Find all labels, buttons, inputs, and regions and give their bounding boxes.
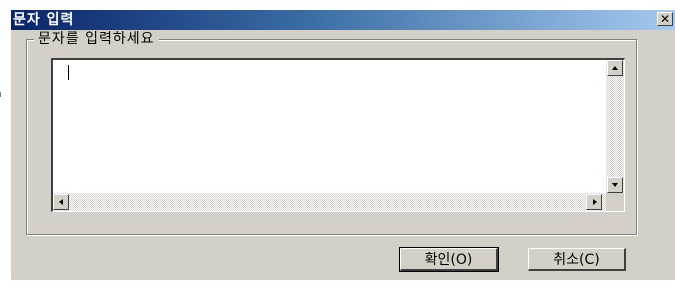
arrow-up-icon xyxy=(612,66,618,70)
dialog-titlebar[interactable]: 문자 입력 ✕ xyxy=(11,10,675,30)
text-input-area[interactable] xyxy=(51,58,625,212)
arrow-left-icon xyxy=(59,199,63,205)
screen: 문자 입력 ✕ 문자를 입력하세요 확인(O) 취소(C) xyxy=(0,0,675,284)
arrow-right-icon xyxy=(593,199,597,205)
cancel-button[interactable]: 취소(C) xyxy=(528,248,626,271)
scroll-up-button[interactable] xyxy=(607,60,623,76)
vertical-scrollbar[interactable] xyxy=(606,60,624,193)
scroll-right-button[interactable] xyxy=(586,194,602,210)
close-icon: ✕ xyxy=(659,12,671,26)
arrow-down-icon xyxy=(612,183,618,187)
scroll-left-button[interactable] xyxy=(53,194,69,210)
scrollbar-corner xyxy=(606,193,624,211)
background-edge-mark xyxy=(0,92,1,97)
scroll-down-button[interactable] xyxy=(607,177,623,193)
close-button[interactable]: ✕ xyxy=(657,12,673,26)
groupbox-label: 문자를 입력하세요 xyxy=(34,30,159,48)
text-caret xyxy=(68,65,69,80)
dialog-title: 문자 입력 xyxy=(13,12,75,28)
horizontal-scrollbar[interactable] xyxy=(53,193,606,211)
ok-button[interactable]: 확인(O) xyxy=(399,247,499,272)
